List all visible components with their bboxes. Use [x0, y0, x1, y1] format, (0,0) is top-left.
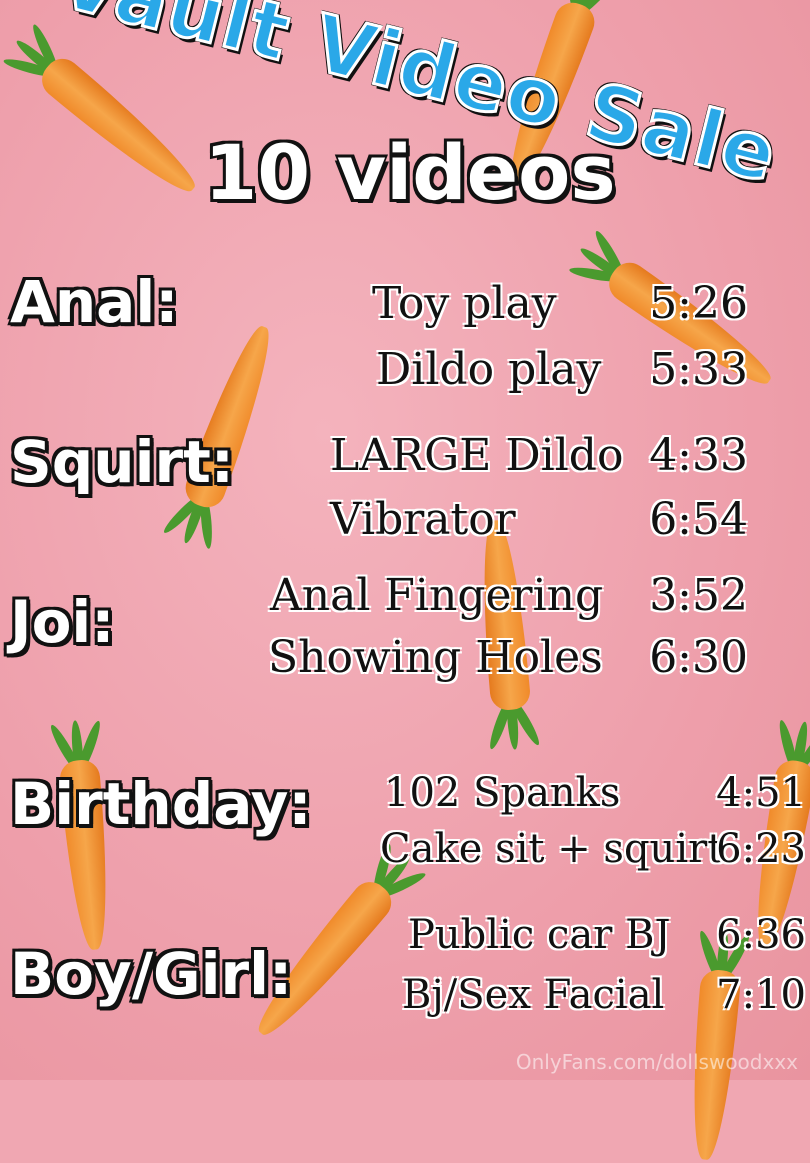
item-name: Bj/Sex Facial [402, 972, 665, 1018]
category-label-boy-girl: Boy/Girl: [10, 940, 293, 1008]
item-name: Dildo play [376, 344, 602, 395]
category-label-birthday: Birthday: [10, 770, 312, 838]
category-label-squirt: Squirt: [10, 428, 234, 496]
item-duration: 6:23 [716, 826, 806, 872]
item-duration: 3:52 [649, 570, 748, 621]
item-duration: 7:10 [716, 972, 806, 1018]
item-duration: 4:51 [716, 770, 806, 816]
item-name: Showing Holes [268, 632, 603, 683]
category-label-anal: Anal: [10, 268, 179, 336]
item-name: LARGE Dildo [330, 430, 624, 481]
item-duration: 6:30 [649, 632, 748, 683]
item-name: Vibrator [330, 494, 516, 545]
item-duration: 6:54 [649, 494, 748, 545]
item-name: Anal Fingering [270, 570, 604, 621]
watermark: OnlyFans.com/dollswoodxxx [515, 1050, 798, 1074]
item-name: Toy play [372, 278, 557, 329]
item-duration: 4:33 [649, 430, 748, 481]
item-name: 102 Spanks [384, 770, 621, 816]
item-duration: 5:33 [649, 344, 748, 395]
page-subtitle: 10 videos [204, 128, 616, 217]
item-name: Cake sit + squirt [380, 826, 724, 872]
category-label-joi: Joi: [10, 588, 115, 656]
item-duration: 5:26 [649, 278, 748, 329]
item-name: Public car BJ [408, 912, 671, 958]
item-duration: 6:36 [716, 912, 806, 958]
